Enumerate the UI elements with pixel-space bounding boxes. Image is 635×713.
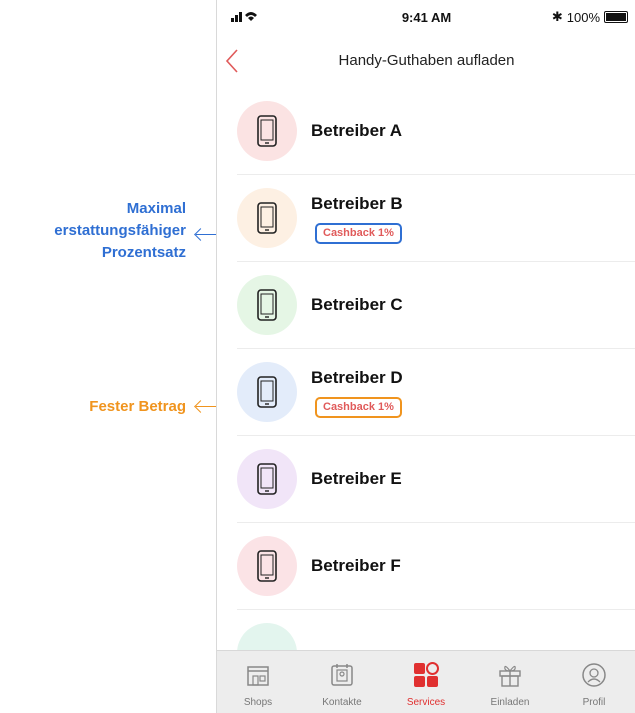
operator-avatar bbox=[237, 101, 297, 161]
annotation-max-refund-percentage: Maximal erstattungsfähiger Prozentsatz bbox=[0, 198, 186, 264]
annotation-fixed-amount: Fester Betrag bbox=[0, 396, 186, 418]
page-title: Handy-Guthaben aufladen bbox=[338, 52, 515, 69]
annotation-line: Prozentsatz bbox=[101, 244, 186, 261]
mobile-phone-icon bbox=[257, 376, 277, 408]
mobile-phone-icon bbox=[257, 550, 277, 582]
operator-avatar bbox=[237, 188, 297, 248]
tab-kontakte[interactable]: Kontakte bbox=[300, 651, 384, 713]
operator-list: Betreiber A Betreiber B Cashback 1% Betreib… bbox=[237, 88, 635, 696]
tab-bar: Shops Kontakte Services Einladen Profil bbox=[217, 650, 635, 713]
operator-avatar bbox=[237, 362, 297, 422]
operator-name: Betreiber B bbox=[311, 194, 403, 213]
annotation-line: Maximal bbox=[126, 200, 186, 217]
annotation-line: Fester Betrag bbox=[89, 398, 186, 415]
operator-avatar bbox=[237, 536, 297, 596]
shop-icon bbox=[244, 661, 272, 689]
mobile-phone-icon bbox=[257, 115, 277, 147]
tab-label: Services bbox=[406, 697, 446, 708]
tab-label: Profil bbox=[582, 697, 606, 708]
gift-icon bbox=[496, 661, 524, 689]
tab-label: Kontakte bbox=[322, 697, 362, 708]
operator-avatar bbox=[237, 449, 297, 509]
operator-name: Betreiber F bbox=[311, 556, 401, 575]
mobile-phone-icon bbox=[257, 289, 277, 321]
services-icon bbox=[412, 661, 440, 689]
tab-einladen[interactable]: Einladen bbox=[468, 651, 552, 713]
operator-name: Betreiber C bbox=[311, 295, 403, 314]
operator-name: Betreiber D bbox=[311, 368, 403, 387]
navigation-bar: Handy-Guthaben aufladen bbox=[217, 32, 635, 88]
operator-name: Betreiber A bbox=[311, 121, 403, 140]
list-item[interactable]: Betreiber B Cashback 1% bbox=[237, 175, 635, 262]
annotation-line: erstattungsfähiger bbox=[54, 222, 186, 239]
tab-shops[interactable]: Shops bbox=[217, 651, 300, 713]
list-item[interactable]: Betreiber C bbox=[237, 262, 635, 349]
profile-icon bbox=[580, 661, 608, 689]
list-item[interactable]: Betreiber E bbox=[237, 436, 635, 523]
contacts-icon bbox=[328, 661, 356, 689]
phone-screen: 9:41 AM ✱ 100% Handy-Guthaben aufladen B… bbox=[216, 0, 635, 713]
tab-label: Einladen bbox=[490, 697, 530, 708]
operator-avatar bbox=[237, 275, 297, 335]
battery-icon bbox=[604, 11, 628, 23]
tab-label: Shops bbox=[243, 697, 273, 708]
status-right: ✱ 100% bbox=[552, 9, 628, 25]
list-item[interactable]: Betreiber D Cashback 1% bbox=[237, 349, 635, 436]
cashback-badge: Cashback 1% bbox=[315, 223, 402, 244]
operator-name: Betreiber E bbox=[311, 469, 402, 488]
list-item[interactable]: Betreiber A bbox=[237, 88, 635, 175]
bluetooth-icon: ✱ bbox=[551, 9, 563, 24]
tab-services[interactable]: Services bbox=[384, 651, 468, 713]
mobile-phone-icon bbox=[257, 202, 277, 234]
list-item[interactable]: Betreiber F bbox=[237, 523, 635, 610]
mobile-phone-icon bbox=[257, 463, 277, 495]
status-bar: 9:41 AM ✱ 100% bbox=[217, 0, 635, 32]
cashback-badge: Cashback 1% bbox=[315, 397, 402, 418]
battery-percent: 100% bbox=[566, 9, 600, 25]
tab-profil[interactable]: Profil bbox=[552, 651, 635, 713]
